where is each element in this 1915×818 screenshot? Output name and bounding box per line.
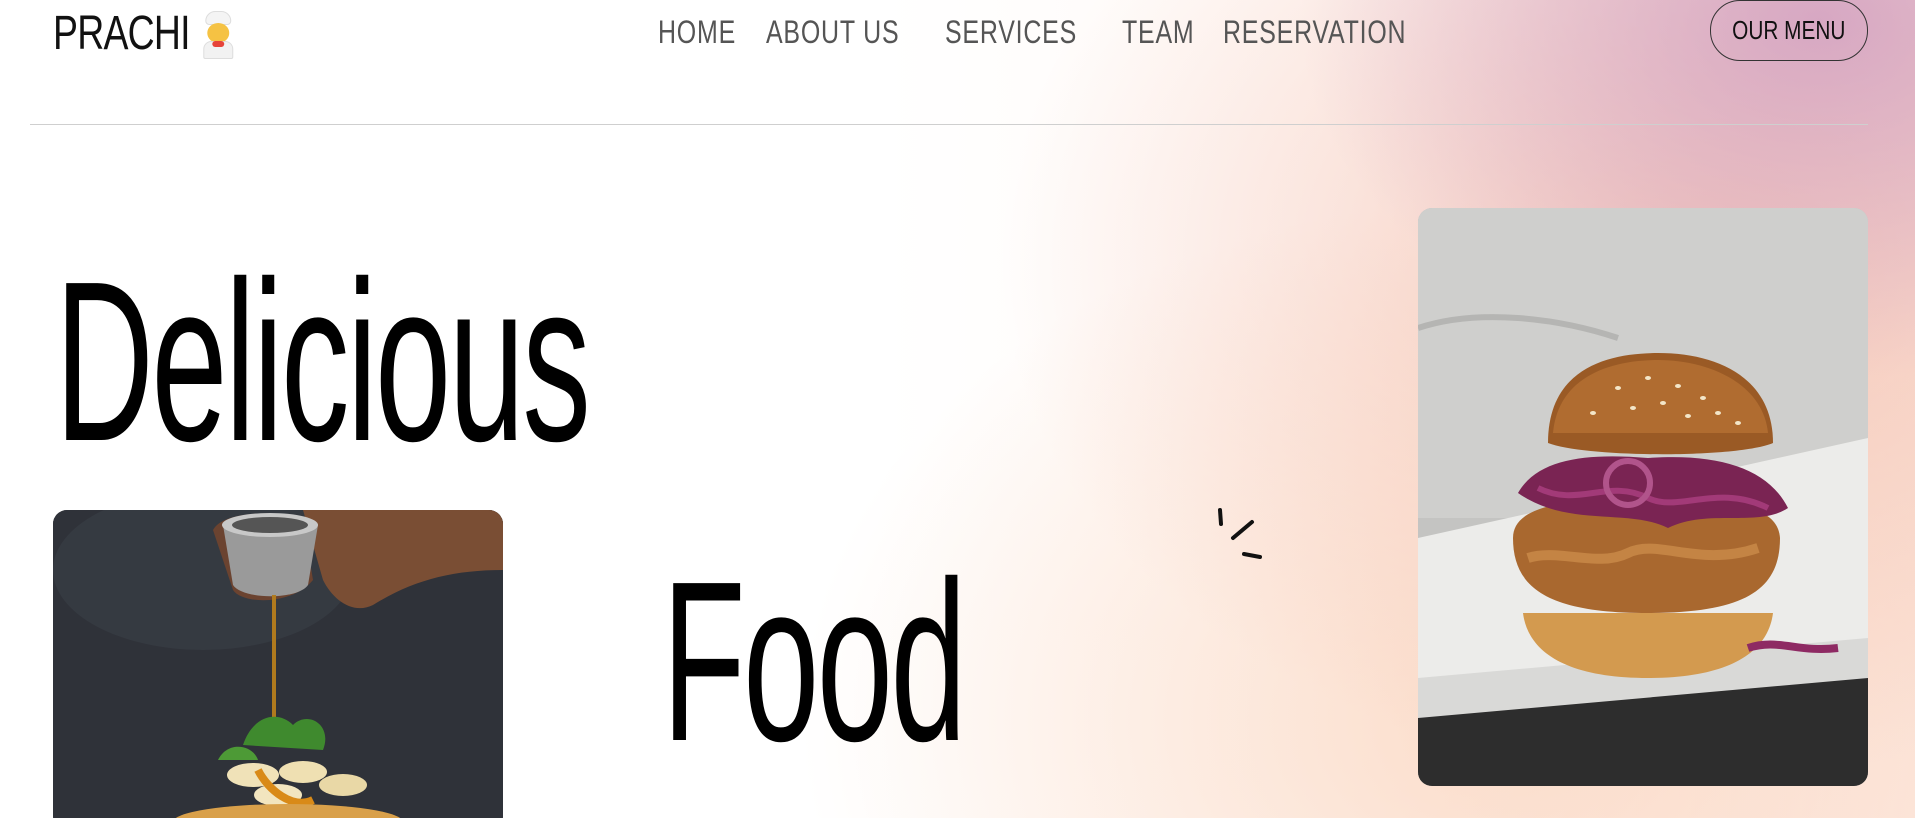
header-divider [30,124,1868,125]
nav-team[interactable]: TEAM [1122,14,1194,51]
main-nav: HOME ABOUT US SERVICES TEAM RESERVATION [658,10,1428,54]
chef-icon [198,9,242,59]
nav-reservation[interactable]: RESERVATION [1223,14,1406,51]
pancake-stack-syrup-image [53,510,503,818]
sparkle-doodle-icon [1216,508,1266,562]
nav-about-us[interactable]: ABOUT US [766,14,899,51]
our-menu-button[interactable]: OUR MENU [1710,0,1868,61]
our-menu-label: OUR MENU [1732,15,1846,45]
nav-home[interactable]: HOME [658,14,736,51]
hero-word-delicious: Delicious [55,235,591,489]
hero-word-food: Food [662,535,967,789]
nav-services[interactable]: SERVICES [945,14,1077,51]
site-header: PRACHI HOME ABOUT US SERVICES TEAM RESER… [0,0,1915,124]
brand-logo[interactable]: PRACHI [53,6,234,61]
burger-red-cabbage-image [1418,208,1868,786]
brand-name: PRACHI [53,7,191,60]
